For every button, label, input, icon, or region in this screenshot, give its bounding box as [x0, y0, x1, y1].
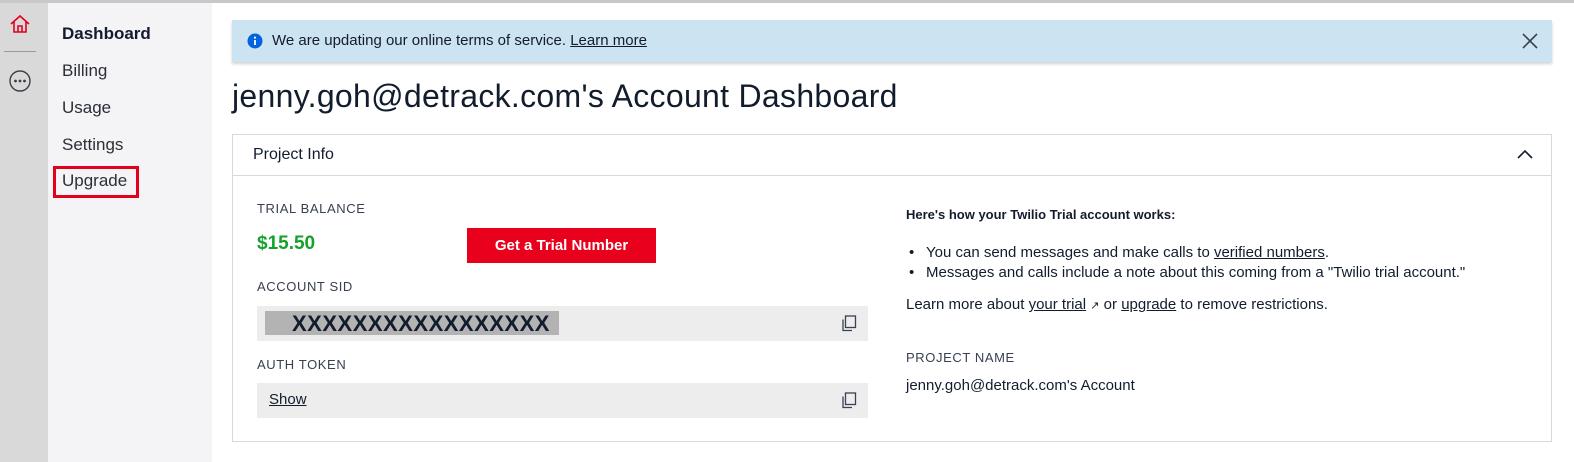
show-token-link[interactable]: Show	[269, 391, 307, 408]
trial-balance-value: $15.50	[257, 233, 316, 254]
sidebar-item-usage[interactable]: Usage	[62, 98, 111, 118]
project-info-card: Project Info TRIAL BALANCE $15.50 Get a …	[232, 134, 1552, 442]
project-name-value: jenny.goh@detrack.com's Account	[906, 377, 1135, 394]
project-name-label: PROJECT NAME	[906, 350, 1015, 365]
auth-token-label: AUTH TOKEN	[257, 357, 347, 372]
page-title: jenny.goh@detrack.com's Account Dashboar…	[232, 78, 898, 114]
bullet-text: Messages and calls include a note about …	[926, 264, 1466, 281]
copy-icon[interactable]	[841, 392, 857, 409]
list-item: Messages and calls include a note about …	[906, 263, 1465, 283]
icon-rail	[0, 3, 48, 462]
sidebar: Dashboard Billing Usage Settings Upgrade	[48, 3, 212, 462]
account-sid-value[interactable]: XXXXXXXXXXXXXXXXX	[292, 311, 550, 337]
external-link-icon: ↗	[1090, 300, 1100, 312]
terms-banner: We are updating our online terms of serv…	[232, 20, 1552, 62]
upgrade-link[interactable]: upgrade	[1121, 296, 1176, 313]
copy-icon[interactable]	[841, 315, 857, 332]
auth-token-field: Show	[257, 383, 868, 418]
top-divider	[0, 0, 1574, 3]
learn-text-end: to remove restrictions.	[1176, 296, 1328, 313]
account-sid-field: XXXXXXXXXXXXXXXXX	[257, 306, 868, 341]
learn-more-text: Learn more about your trial ↗ or upgrade…	[906, 296, 1328, 313]
trial-balance-label: TRIAL BALANCE	[257, 201, 366, 216]
bullet-text-end: .	[1324, 244, 1330, 261]
learn-text-mid: or	[1099, 296, 1122, 313]
learn-more-link[interactable]: Learn more	[570, 32, 647, 49]
banner-text: We are updating our online terms of serv…	[272, 32, 567, 49]
account-sid-label: ACCOUNT SID	[257, 279, 353, 294]
rail-divider	[4, 51, 36, 52]
card-title: Project Info	[253, 146, 334, 163]
trial-info-list: You can send messages and make calls to …	[906, 243, 1465, 283]
more-icon[interactable]	[8, 69, 32, 93]
learn-text: Learn more about	[906, 296, 1029, 313]
close-icon[interactable]	[1521, 32, 1539, 50]
list-item: You can send messages and make calls to …	[906, 243, 1465, 263]
sidebar-item-upgrade[interactable]: Upgrade	[62, 171, 127, 191]
banner-message: We are updating our online terms of serv…	[272, 32, 647, 49]
chevron-up-icon[interactable]	[1515, 146, 1535, 162]
project-info-header[interactable]: Project Info	[233, 135, 1551, 176]
sidebar-item-settings[interactable]: Settings	[62, 135, 123, 155]
verified-numbers-link[interactable]: verified numbers	[1214, 244, 1325, 261]
home-icon[interactable]	[9, 13, 31, 35]
your-trial-link[interactable]: your trial	[1029, 296, 1087, 313]
get-trial-number-button[interactable]: Get a Trial Number	[467, 228, 656, 263]
info-icon	[247, 33, 263, 49]
trial-info-title: Here's how your Twilio Trial account wor…	[906, 207, 1176, 222]
sidebar-item-dashboard[interactable]: Dashboard	[62, 24, 151, 44]
bullet-text: You can send messages and make calls to	[926, 244, 1214, 261]
sidebar-item-billing[interactable]: Billing	[62, 61, 107, 81]
